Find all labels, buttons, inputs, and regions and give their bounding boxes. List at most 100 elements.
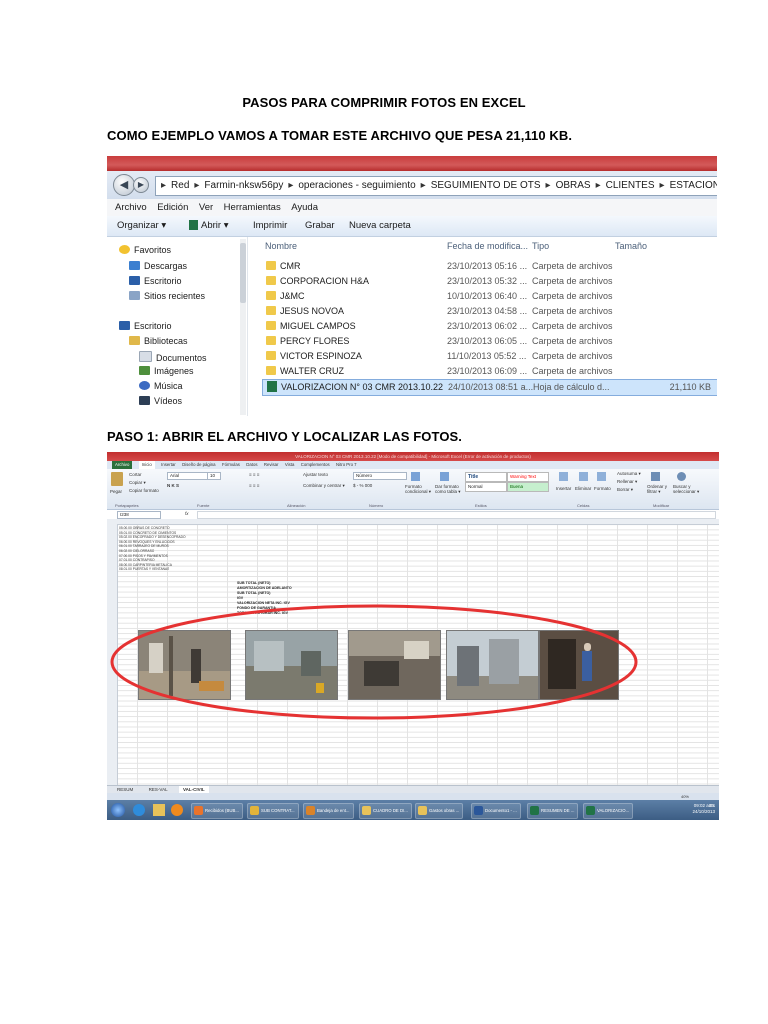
taskbar-item[interactable]: VALORIZACIO... — [583, 803, 634, 819]
nav-music[interactable]: Música — [139, 381, 183, 391]
nav-videos[interactable]: Vídeos — [139, 396, 182, 406]
photo-2[interactable] — [245, 630, 338, 700]
tab-complementos[interactable]: Complementos — [301, 461, 330, 469]
breadcrumb-segment[interactable]: Farmin-nksw56py — [204, 180, 283, 191]
tab-revisar[interactable]: Revisar — [264, 461, 279, 469]
formula-input[interactable] — [197, 511, 716, 519]
delete-button[interactable]: Eliminar — [575, 486, 591, 491]
align-icons-row2[interactable]: ≡ ≡ ≡ — [249, 483, 259, 488]
sheet-row[interactable]: 08.01.00 PUERTAS Y VENTANAS — [119, 567, 169, 571]
breadcrumb-separator-icon[interactable]: ▸ — [283, 180, 298, 191]
style-title[interactable]: Title — [465, 472, 507, 482]
photo-3[interactable] — [348, 630, 441, 700]
conditional-format-icon[interactable] — [411, 472, 420, 481]
copy-button[interactable]: Copiar ▾ — [129, 480, 146, 486]
style-good[interactable]: Buena — [507, 482, 549, 492]
start-button-icon[interactable] — [111, 803, 125, 817]
breadcrumb-separator-icon[interactable]: ▸ — [655, 180, 670, 191]
total-row[interactable]: VALORIZACION NETA INC. IGV — [237, 601, 290, 606]
number-format-select[interactable]: Número — [353, 472, 407, 480]
file-row[interactable]: CMR 23/10/2013 05:16 ... Carpeta de archiv… — [262, 259, 717, 274]
taskbar-item[interactable]: CUADRO DE DI... — [359, 803, 412, 819]
insert-button[interactable]: Insertar — [556, 486, 571, 491]
name-box[interactable]: I238 — [117, 511, 161, 519]
clear-button[interactable]: Borrar ▾ — [617, 487, 633, 493]
photo-1[interactable] — [138, 630, 231, 700]
breadcrumb-segment[interactable]: Red — [171, 180, 189, 191]
nav-desktop[interactable]: Escritorio — [129, 276, 182, 286]
column-name[interactable]: Nombre — [265, 241, 297, 251]
breadcrumb-segment[interactable]: CLIENTES — [606, 180, 655, 191]
total-row[interactable]: FONDO DE GARANTIA — [237, 606, 276, 611]
breadcrumb-separator-icon[interactable]: ▸ — [591, 180, 606, 191]
sheet-row[interactable]: 05.00.00 OBRAS DE CONCRETO — [119, 526, 170, 530]
sheet-row[interactable]: 06.01.00 TARRAJEO DE MUROS — [119, 544, 169, 548]
format-painter-button[interactable]: Copiar formato — [129, 488, 159, 493]
format-button[interactable]: Formato — [594, 486, 611, 491]
nav-recent[interactable]: Sitios recientes — [129, 291, 205, 301]
format-as-table-button[interactable]: Dar formato como tabla ▾ — [435, 484, 465, 494]
zoom-level[interactable]: 40% — [681, 794, 689, 799]
file-row[interactable]: PERCY FLORES 23/10/2013 06:05 ... Carpeta … — [262, 334, 717, 349]
align-icons[interactable]: ≡ ≡ ≡ — [249, 472, 259, 477]
file-row[interactable]: JESUS NOVOA 23/10/2013 04:58 ... Carpeta d… — [262, 304, 717, 319]
total-row[interactable]: IGV — [237, 596, 243, 601]
taskbar-item[interactable]: Documento1 - ... — [471, 803, 521, 819]
taskbar-item[interactable]: Recibidos (BUB... — [191, 803, 243, 819]
tab-formulas[interactable]: Fórmulas — [222, 461, 240, 469]
new-folder-button[interactable]: Nueva carpeta — [349, 220, 411, 231]
taskbar-item[interactable]: RESUMEN DE ... — [527, 803, 579, 819]
sheet-row[interactable]: 06.02.00 CIELORRASO — [119, 549, 154, 553]
tab-insertar[interactable]: Insertar — [161, 461, 176, 469]
taskbar-item[interactable]: Gastos obras ... — [415, 803, 464, 819]
breadcrumb-segment[interactable]: operaciones - seguimiento — [298, 180, 415, 191]
forward-arrow-icon[interactable]: ▶ — [133, 177, 149, 193]
sheet-row[interactable]: 05.02.00 ENCOFRADO Y DESENCOFRADO — [119, 535, 186, 539]
nav-downloads[interactable]: Descargas — [129, 261, 187, 271]
wrap-text-button[interactable]: Ajustar texto — [303, 472, 328, 477]
tray-date[interactable]: 24/10/2013 — [685, 809, 715, 815]
sheet-row[interactable]: 06.00.00 REVOQUES Y ENLUCIDOS — [119, 540, 175, 544]
format-cells-icon[interactable] — [597, 472, 606, 481]
sheet-row[interactable]: 07.01.00 CONTRAPISO — [119, 558, 155, 562]
address-bar[interactable]: ▸ Red ▸ Farmin-nksw56py ▸ operaciones - segui… — [155, 176, 717, 196]
sort-filter-button[interactable]: Ordenar y filtrar ▾ — [647, 484, 671, 494]
menu-edicion[interactable]: Edición — [157, 199, 188, 216]
breadcrumb-segment[interactable]: ESTACION YULIA — [670, 180, 717, 191]
breadcrumb-segment[interactable]: OBRAS — [556, 180, 591, 191]
tab-diseno[interactable]: Diseño de página — [182, 461, 215, 469]
nav-documents[interactable]: Documentos — [139, 351, 207, 363]
file-row[interactable]: VALORIZACION N° 03 CMR 2013.10.22 24/10/2… — [262, 379, 717, 396]
media-player-icon[interactable] — [171, 804, 183, 816]
tab-datos[interactable]: Datos — [246, 461, 257, 469]
file-row[interactable]: CORPORACION H&A 23/10/2013 05:32 ... Carpe… — [262, 274, 717, 289]
font-select[interactable]: Arial — [167, 472, 209, 480]
fx-icon[interactable]: fx — [185, 511, 189, 516]
conditional-format-button[interactable]: Formato condicional ▾ — [405, 484, 435, 494]
file-row[interactable]: J&MC 10/10/2013 06:40 ... Carpeta de archi… — [262, 289, 717, 304]
menu-archivo[interactable]: Archivo — [115, 199, 147, 216]
file-row[interactable]: WALTER CRUZ 23/10/2013 06:09 ... Carpeta d… — [262, 364, 717, 379]
style-normal[interactable]: Normal — [465, 482, 507, 492]
tab-inicio[interactable]: Inicio — [138, 461, 155, 469]
find-select-button[interactable]: Buscar y seleccionar ▾ — [673, 484, 703, 494]
menu-ayuda[interactable]: Ayuda — [291, 199, 318, 216]
nav-favorites[interactable]: Favoritos — [119, 245, 171, 255]
scroll-thumb[interactable] — [240, 243, 246, 303]
fill-button[interactable]: Rellenar ▾ — [617, 479, 637, 485]
column-type[interactable]: Tipo — [532, 241, 549, 251]
nav-scrollbar[interactable] — [240, 239, 246, 415]
taskbar-item[interactable]: SUB CONTRAT... — [247, 803, 299, 819]
nav-images[interactable]: Imágenes — [139, 366, 194, 376]
sheet-row[interactable]: 07.00.00 PISOS Y PAVIMENTOS — [119, 554, 168, 558]
breadcrumb-separator-icon[interactable]: ▸ — [541, 180, 556, 191]
column-size[interactable]: Tamaño — [615, 241, 647, 251]
delete-cells-icon[interactable] — [579, 472, 588, 481]
currency-percent-icons[interactable]: $ - % 000 — [353, 483, 372, 488]
tab-nitro[interactable]: Nitro Pro 7 — [336, 461, 357, 469]
folder-icon[interactable] — [153, 804, 165, 816]
insert-cells-icon[interactable] — [559, 472, 568, 481]
merge-center-button[interactable]: Combinar y centrar ▾ — [303, 483, 345, 489]
tab-vista[interactable]: Vista — [285, 461, 294, 469]
burn-button[interactable]: Grabar — [305, 220, 335, 231]
